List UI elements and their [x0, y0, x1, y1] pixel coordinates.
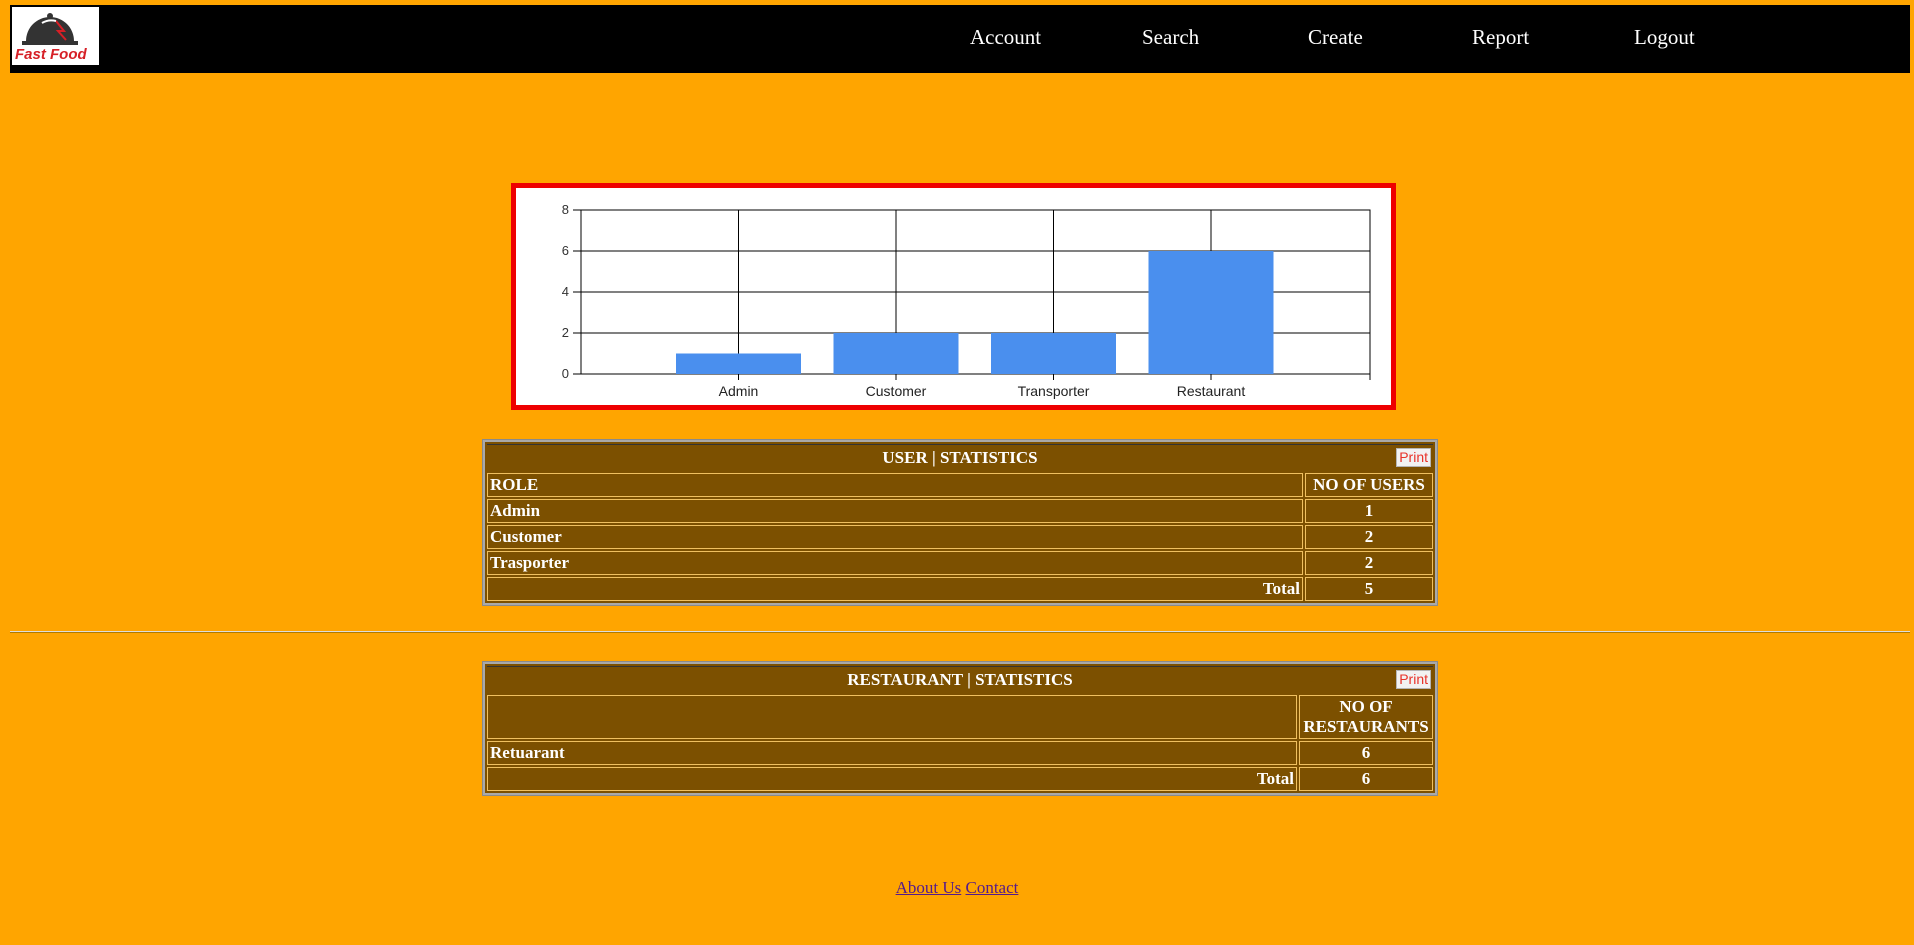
role-cell: Customer: [487, 525, 1303, 549]
nav-report-link[interactable]: Report: [1472, 25, 1529, 50]
user-statistics-table: USER | STATISTICS Print ROLE NO OF USERS…: [482, 439, 1438, 606]
count-cell: 1: [1305, 499, 1433, 523]
user-role-bar-chart: 0 2 4 6 8 Admin Customer Transporter Restaurant: [511, 183, 1396, 410]
table-row: Admin 1: [487, 499, 1433, 523]
total-value: 5: [1305, 577, 1433, 601]
nav-logout-link[interactable]: Logout: [1634, 25, 1695, 50]
contact-link[interactable]: Contact: [966, 878, 1019, 897]
user-stats-title: USER | STATISTICS: [882, 448, 1038, 467]
count-cell: 2: [1305, 525, 1433, 549]
nav-create-link[interactable]: Create: [1308, 25, 1363, 50]
y-tick-label: 4: [562, 284, 569, 299]
total-value: 6: [1299, 767, 1433, 791]
bar-restaurant: [1148, 251, 1274, 374]
total-row: Total 5: [487, 577, 1433, 601]
table-header-row: NO OF RESTAURANTS: [487, 695, 1433, 739]
y-tick-label: 6: [562, 243, 569, 258]
table-header-row: ROLE NO OF USERS: [487, 473, 1433, 497]
table-row: Trasporter 2: [487, 551, 1433, 575]
top-navigation-bar: Fast Food Account Search Create Report L…: [10, 5, 1910, 73]
role-cell: Trasporter: [487, 551, 1303, 575]
count-cell: 6: [1299, 741, 1433, 765]
table-row: Customer 2: [487, 525, 1433, 549]
bar-admin: [676, 353, 801, 374]
restaurant-count-column-header: NO OF RESTAURANTS: [1299, 695, 1433, 739]
x-tick-label: Restaurant: [1177, 383, 1246, 399]
nav-search-link[interactable]: Search: [1142, 25, 1199, 50]
bar-customer: [833, 333, 959, 374]
logo-text: Fast Food: [15, 46, 87, 63]
total-label: Total: [487, 767, 1297, 791]
chart-canvas: 0 2 4 6 8 Admin Customer Transporter Restaurant: [562, 202, 1371, 399]
about-us-link[interactable]: About Us: [896, 878, 962, 897]
x-tick-label: Transporter: [1018, 383, 1090, 399]
table-row: Retuarant 6: [487, 741, 1433, 765]
role-column-header: ROLE: [487, 473, 1303, 497]
role-cell: Admin: [487, 499, 1303, 523]
user-stats-print-button[interactable]: Print: [1396, 448, 1431, 467]
footer: About Us Contact: [0, 878, 1914, 898]
name-column-header: [487, 695, 1297, 739]
y-tick-label: 0: [562, 366, 569, 381]
section-divider: [10, 631, 1910, 633]
user-count-column-header: NO OF USERS: [1305, 473, 1433, 497]
total-row: Total 6: [487, 767, 1433, 791]
total-label: Total: [487, 577, 1303, 601]
restaurant-statistics-table: RESTAURANT | STATISTICS Print NO OF REST…: [482, 661, 1438, 796]
restaurant-stats-title: RESTAURANT | STATISTICS: [847, 670, 1073, 689]
fast-food-logo[interactable]: Fast Food: [12, 7, 99, 65]
restaurant-stats-print-button[interactable]: Print: [1396, 670, 1431, 689]
y-tick-label: 8: [562, 202, 569, 217]
restaurant-name-cell: Retuarant: [487, 741, 1297, 765]
nav-account-link[interactable]: Account: [970, 25, 1041, 50]
y-tick-label: 2: [562, 325, 569, 340]
user-stats-header: USER | STATISTICS Print: [487, 444, 1433, 471]
restaurant-stats-header: RESTAURANT | STATISTICS Print: [487, 666, 1433, 693]
x-tick-label: Customer: [866, 383, 927, 399]
restaurant-count-header-line2: RESTAURANTS: [1303, 717, 1429, 736]
x-tick-label: Admin: [719, 383, 759, 399]
bar-transporter: [991, 333, 1116, 374]
count-cell: 2: [1305, 551, 1433, 575]
restaurant-count-header-line1: NO OF: [1339, 697, 1393, 716]
